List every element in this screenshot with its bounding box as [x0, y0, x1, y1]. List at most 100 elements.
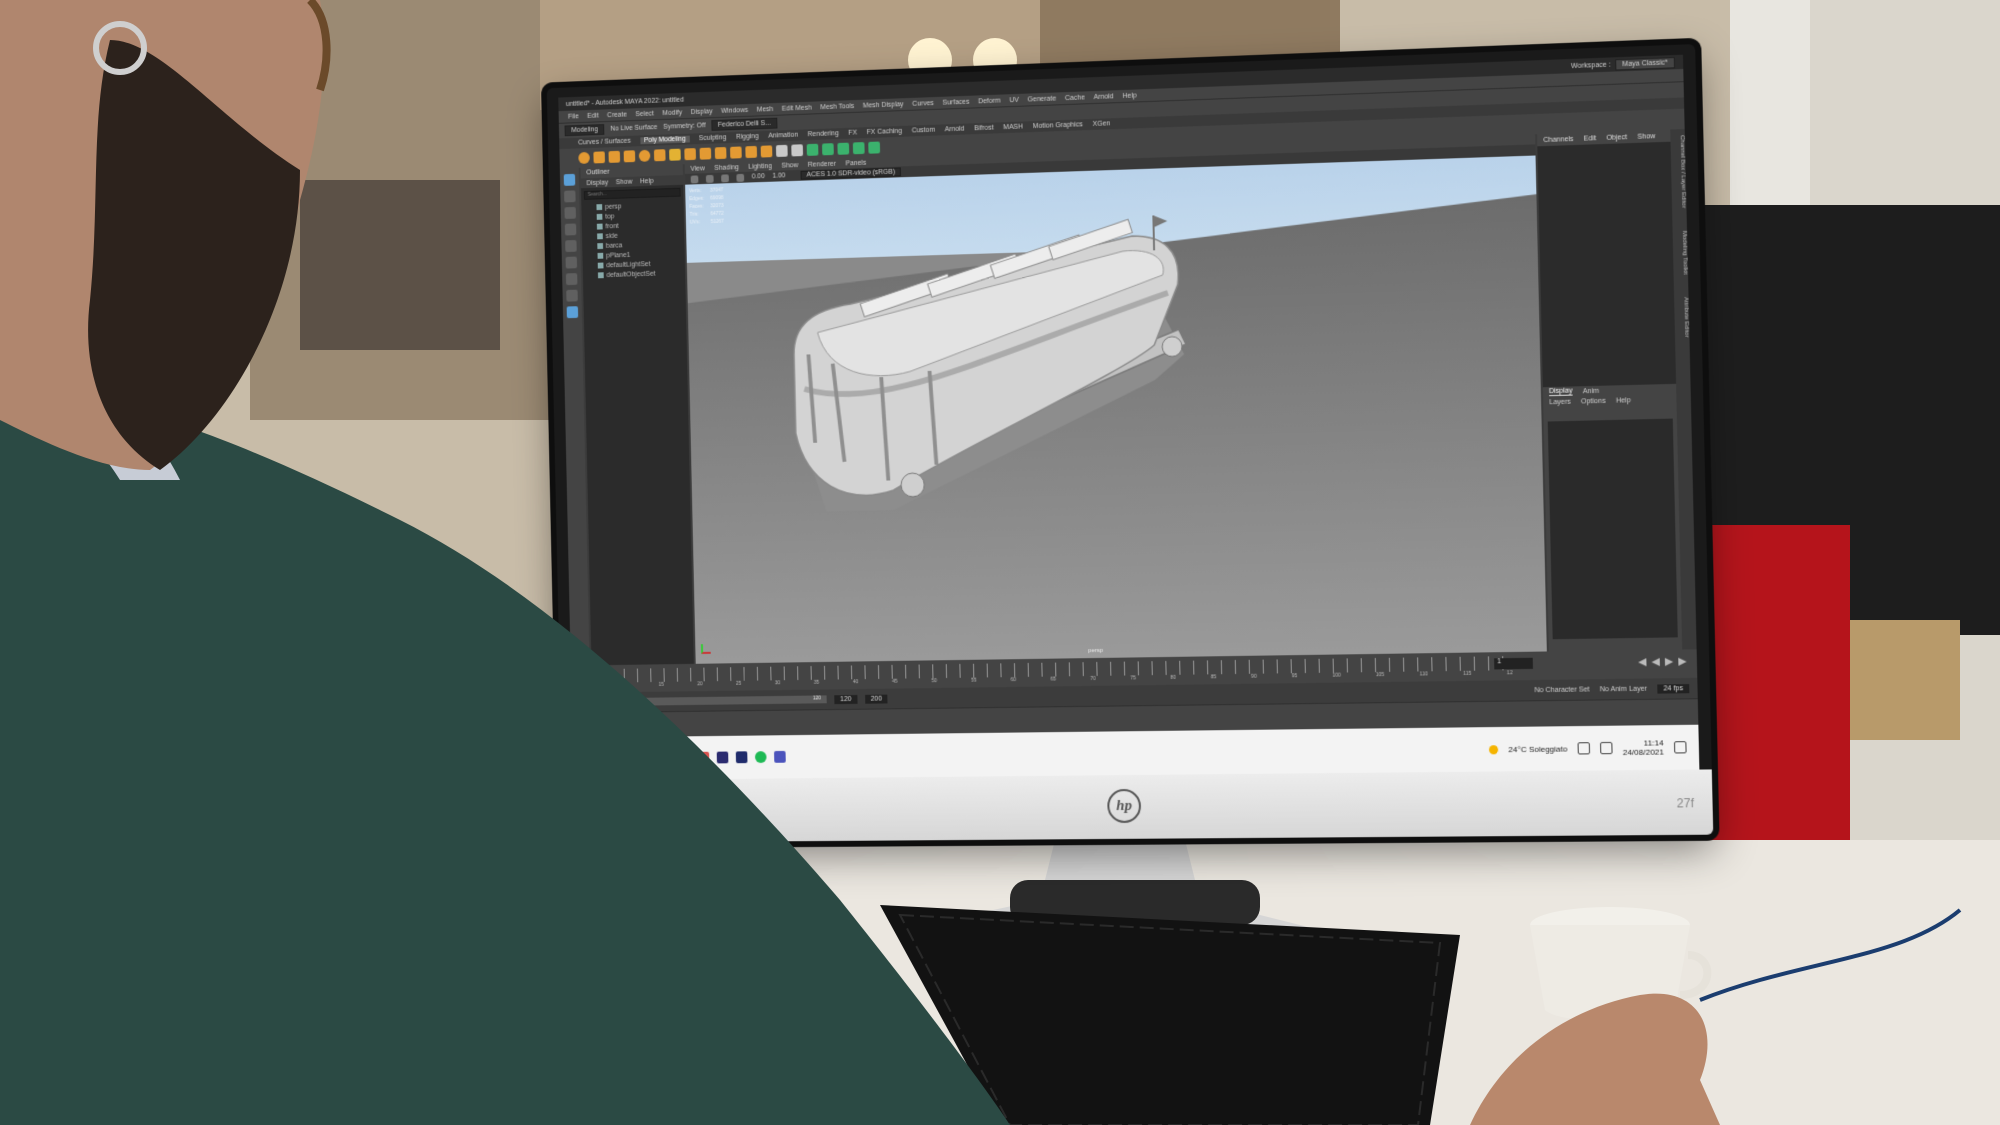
menu-mesh[interactable]: Mesh [757, 106, 774, 113]
outliner-menu-show[interactable]: Show [616, 178, 633, 185]
viewport-menu-shading[interactable]: Shading [714, 164, 739, 172]
cylinder-icon[interactable] [608, 150, 621, 163]
step-forward-icon[interactable] [1678, 658, 1686, 666]
channels-menu[interactable]: Channels [1543, 135, 1573, 143]
layout-single-icon[interactable] [565, 273, 578, 286]
paint-select-icon[interactable] [564, 206, 576, 219]
layout-outliner-icon[interactable] [566, 306, 579, 319]
tab-channel-box[interactable]: Channel Box / Layer Editor [1670, 135, 1687, 208]
after-effects-icon[interactable] [735, 751, 748, 764]
separate-icon[interactable] [822, 143, 834, 156]
menu-cache[interactable]: Cache [1065, 94, 1085, 102]
outliner-menu-help[interactable]: Help [640, 177, 654, 184]
menu-surfaces[interactable]: Surfaces [942, 98, 969, 106]
tab-modeling-toolkit[interactable]: Modeling Toolkit [1673, 230, 1688, 274]
character-set-dropdown[interactable]: No Character Set [1534, 686, 1589, 694]
shelf-tab-custom[interactable]: Custom [912, 127, 936, 135]
rotate-tool-icon[interactable] [565, 240, 577, 253]
photos-icon[interactable] [697, 751, 710, 764]
outliner-menu-display[interactable]: Display [586, 179, 608, 187]
menu-generate[interactable]: Generate [1028, 95, 1057, 103]
viewport-menu-show[interactable]: Show [781, 162, 798, 169]
menu-windows[interactable]: Windows [721, 107, 748, 115]
tab-display[interactable]: Display [1548, 387, 1573, 397]
layer-list[interactable] [1547, 418, 1678, 640]
menu-create[interactable]: Create [607, 111, 627, 119]
premiere-icon[interactable] [716, 751, 729, 764]
menu-help[interactable]: Help [1122, 92, 1136, 99]
show-menu[interactable]: Show [1637, 133, 1655, 141]
layers-menu[interactable]: Layers [1549, 398, 1571, 406]
viewport-menu-panels[interactable]: Panels [845, 159, 866, 167]
live-surface-label[interactable]: No Live Surface [610, 124, 657, 133]
shelf-tab-rendering[interactable]: Rendering [808, 130, 839, 138]
range-end-field[interactable]: 120 [834, 694, 858, 704]
grid-toggle-icon[interactable] [705, 174, 714, 183]
wireframe-icon[interactable] [721, 173, 729, 182]
menu-uv[interactable]: UV [1009, 96, 1019, 103]
teams-icon[interactable] [774, 750, 786, 763]
bridge-icon[interactable] [730, 146, 742, 159]
play-forward-icon[interactable] [1665, 658, 1673, 666]
volume-icon[interactable] [1599, 741, 1613, 755]
multicut-icon[interactable] [745, 145, 758, 159]
shelf-tab-xgen[interactable]: XGen [1093, 120, 1111, 128]
notification-icon[interactable] [1673, 741, 1687, 754]
anim-layer-dropdown[interactable]: No Anim Layer [1600, 685, 1647, 693]
maya-icon[interactable] [659, 752, 672, 765]
search-icon[interactable] [583, 752, 596, 765]
lasso-tool-icon[interactable] [564, 190, 576, 203]
smooth-shade-icon[interactable] [736, 173, 745, 182]
viewport-menu-lighting[interactable]: Lighting [748, 163, 772, 171]
tab-anim[interactable]: Anim [1583, 387, 1599, 395]
shelf-tab-motion-graphics[interactable]: Motion Graphics [1033, 121, 1083, 130]
merge-icon[interactable] [852, 142, 865, 155]
spotify-icon[interactable] [754, 751, 767, 764]
symmetry-label[interactable]: Symmetry: Off [663, 122, 706, 130]
extrude-icon[interactable] [699, 147, 712, 160]
cube-icon[interactable] [593, 151, 605, 164]
smooth-icon[interactable] [775, 144, 788, 158]
menu-set-dropdown[interactable]: Modeling [564, 124, 605, 137]
delete-history-icon[interactable] [868, 141, 881, 154]
menu-edit[interactable]: Edit [587, 112, 599, 119]
gamma-field[interactable]: 1.00 [772, 172, 785, 179]
cone-icon[interactable] [623, 150, 636, 163]
anim-end-field[interactable]: 200 [864, 694, 888, 704]
bevel-icon[interactable] [714, 147, 727, 160]
scale-tool-icon[interactable] [565, 256, 578, 269]
text-icon[interactable] [669, 148, 681, 161]
play-back-icon[interactable] [1651, 658, 1659, 666]
weather-label[interactable]: 24°C Soleggiato [1508, 744, 1567, 754]
user-account-button[interactable]: Federico Delli S... [711, 117, 778, 131]
menu-mesh-tools[interactable]: Mesh Tools [820, 103, 854, 111]
workspace-dropdown[interactable]: Maya Classic* [1614, 56, 1676, 70]
move-tool-icon[interactable] [564, 223, 577, 236]
outliner-search-input[interactable]: Search... [583, 187, 681, 200]
menu-select[interactable]: Select [635, 110, 654, 118]
perspective-viewport[interactable]: View Shading Lighting Show Renderer Panels 0.… [684, 134, 1547, 664]
menu-modify[interactable]: Modify [662, 109, 682, 117]
boolean-icon[interactable] [806, 143, 819, 156]
help-menu[interactable]: Help [1616, 397, 1631, 404]
shelf-tab-fx[interactable]: FX [848, 130, 857, 137]
menu-display[interactable]: Display [691, 108, 713, 116]
fps-dropdown[interactable]: 24 fps [1657, 683, 1690, 694]
shelf-tab-bifrost[interactable]: Bifrost [974, 125, 993, 133]
viewport-menu-view[interactable]: View [690, 165, 704, 172]
menu-arnold[interactable]: Arnold [1094, 93, 1114, 101]
outliner-item[interactable]: defaultObjectSet [583, 268, 685, 281]
menu-deform[interactable]: Deform [978, 97, 1001, 105]
edit-menu[interactable]: Edit [1584, 135, 1597, 143]
sphere-icon[interactable] [578, 151, 590, 164]
shelf-tab-curves-surfaces[interactable]: Curves / Surfaces [578, 138, 631, 147]
shelf-tab-arnold[interactable]: Arnold [945, 126, 965, 134]
torus-icon[interactable] [638, 149, 651, 162]
camera-icon[interactable] [690, 174, 699, 184]
plane-icon[interactable] [653, 149, 666, 162]
combine-icon[interactable] [684, 148, 696, 161]
task-view-icon[interactable] [602, 752, 615, 765]
menu-curves[interactable]: Curves [912, 100, 934, 108]
chrome-icon[interactable] [640, 752, 653, 765]
file-explorer-icon[interactable] [621, 752, 634, 765]
